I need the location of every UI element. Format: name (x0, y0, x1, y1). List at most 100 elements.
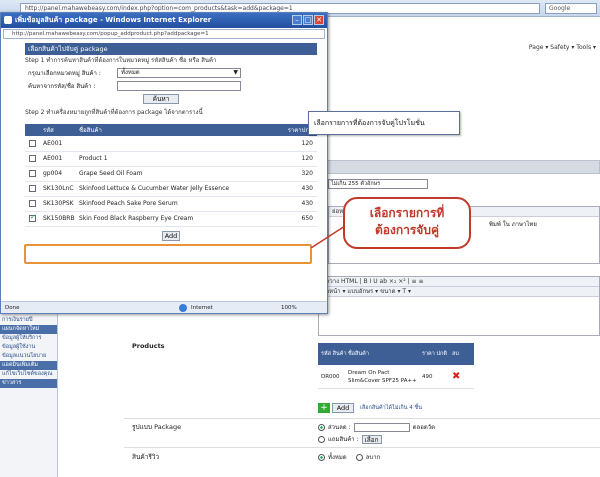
table-row[interactable]: SK130LnC Skinfood Lettuce & Cucumber Wate… (25, 181, 317, 197)
add-selected-button[interactable]: Add (162, 230, 180, 241)
status-done: Done (5, 305, 20, 311)
table-row[interactable]: AE001 Product 1 120 (25, 151, 317, 167)
sidebar-item[interactable]: แก้ไขเว็บไซต์ของคุณ (0, 370, 57, 379)
cell-name: Grape Seed Oil Foam (75, 166, 273, 182)
section-title: เลือกสินค้าไปจับคู่ package (25, 43, 317, 55)
search-button[interactable]: ค้นหา (143, 94, 179, 104)
sidebar-item[interactable]: ข่าวสาร (0, 379, 57, 388)
package-label: รูปแบบ Package (132, 423, 182, 431)
category-row: กรุณาเลือกหมวดหมู่ สินค้า : ทั้งหมด ▼ (25, 66, 317, 79)
row-price: 490 (422, 373, 433, 380)
cell-check[interactable] (25, 136, 39, 152)
th-check (25, 124, 39, 136)
radio-gift[interactable] (318, 435, 325, 443)
detail-editor[interactable]: จัดวาง HTML | B I U ab ×₂ ×² | ≡ ≡ ย่อหน… (318, 276, 600, 336)
radio-all[interactable] (318, 453, 325, 461)
category-label: กรุณาเลือกหมวดหมู่ สินค้า : (28, 69, 101, 77)
ie-icon (4, 16, 12, 24)
sidebar-item[interactable]: แอดมินเพิ่มเติม (0, 361, 57, 370)
sidebar-item[interactable]: การเงินรายปี (0, 316, 57, 325)
cell-price: 320 (273, 166, 317, 182)
cell-price: 120 (273, 136, 317, 152)
cell-code: SK130PSK (39, 196, 75, 212)
cell-check[interactable] (25, 211, 39, 227)
cell-price: 120 (273, 151, 317, 167)
row-checkbox[interactable] (29, 139, 36, 147)
row-checkbox[interactable] (29, 185, 36, 192)
sidebar-item[interactable]: ข้อมูลแนวนโยบาย (0, 352, 57, 361)
selected-row-highlight (24, 244, 312, 264)
chevron-down-icon: ▼ (233, 68, 238, 76)
products-th-code: รหัส สินค้า (321, 351, 347, 357)
popup-address-bar[interactable]: http://panel.mahawebeasy.com/popup_addpr… (3, 29, 325, 39)
category-value: ทั้งหมด (121, 68, 140, 76)
cell-check[interactable] (25, 151, 39, 167)
sidebar-item[interactable]: ข้อมูลผู้ให้บริการ (0, 334, 57, 343)
add-button[interactable]: Add (332, 403, 354, 413)
search-label: ค้นหาจากรหัส/ชื่อ สินค้า : (28, 82, 96, 90)
tooltip-callout: เลือกรายการที่ต้องการจับคู่โปรโมชั่น (308, 111, 460, 135)
maximize-button[interactable]: □ (303, 15, 313, 25)
step1-text: Step 1 ทำการค้นหาสินค้าที่ต้องการในหมวดห… (25, 57, 217, 64)
products-th-name: ชื่อสินค้า (348, 351, 369, 357)
cell-code: SK130LnC (39, 181, 75, 197)
callout-connector (311, 225, 345, 248)
row-checkbox[interactable] (29, 155, 36, 162)
table-row[interactable]: SK150BRBSkin Food Black Raspberry Eye Cr… (25, 211, 317, 227)
table-row[interactable]: gp004 Grape Seed Oil Foam 320 (25, 166, 317, 182)
cell-name: Skin Food Black Raspberry Eye Cream (75, 211, 273, 227)
row-name: Dream On Pact Slim&Cover SPF25 PA++ (348, 369, 417, 384)
editor2-toolbar[interactable]: จัดวาง HTML | B I U ab ×₂ ×² | ≡ ≡ (319, 277, 599, 287)
status-opt1: ทั้งหมด (328, 454, 347, 461)
cell-code: gp004 (39, 166, 75, 182)
sidebar-item[interactable]: แผนกจัดหาใหม่ (0, 325, 57, 334)
sidebar-item[interactable]: ข้อมูลผู้ใช้งาน (0, 343, 57, 352)
search-row: ค้นหาจากรหัส/ชื่อ สินค้า : (25, 79, 317, 92)
field-hint[interactable]: ไม่เกิน 255 ตัวอักษร (328, 179, 428, 189)
status-label: สินค้ารีวิว (132, 453, 160, 461)
table-row[interactable]: SK130PSK Skinfood Peach Sake Pore Serum 43… (25, 196, 317, 212)
globe-icon (179, 304, 187, 312)
cell-code: SK150BRB (39, 211, 75, 227)
discount-input[interactable] (353, 422, 410, 432)
table-row: DR000 Dream On Pact Slim&Cover SPF25 PA+… (318, 365, 474, 389)
products-table: รหัส สินค้า ชื่อสินค้า ราคา ปกติ ลบ DR00… (318, 343, 474, 389)
row-checkbox[interactable] (29, 213, 36, 222)
product-table: รหัส ชื่อสินค้า ราคาปกติ AE001 120 AE001 Pr… (25, 124, 317, 227)
popup-window: เพิ่มข้อมูลสินค้า package - Windows Inte… (0, 12, 328, 314)
table-row[interactable]: AE001 120 (25, 136, 317, 152)
add-note: เลือกสินค้าได้ไม่เกิน 4 ชิ้น (360, 405, 422, 411)
bubble-line2: ต้องการจับคู่ (375, 223, 439, 237)
cell-check[interactable] (25, 166, 39, 182)
search-input[interactable] (117, 80, 241, 91)
package-opt1-suffix: ตลอดวัต (412, 424, 435, 431)
cell-price: 430 (273, 181, 317, 197)
radio-none[interactable] (355, 453, 363, 461)
th-code: รหัส (39, 124, 75, 136)
cell-check[interactable] (25, 196, 39, 212)
close-button[interactable]: ✕ (314, 15, 324, 25)
cell-name: Product 1 (75, 151, 273, 167)
add-icon[interactable]: + (318, 403, 330, 413)
radio-discount[interactable] (318, 423, 325, 431)
cell-price: 430 (273, 196, 317, 212)
step2-text: Step 2 ทำเครื่องหมายถูกที่สินค้าที่ต้องก… (25, 109, 203, 116)
cell-name: Skinfood Peach Sake Pore Serum (75, 196, 273, 212)
editor2-toolbar-row2[interactable]: ย่อหน้า ▾ แบบอักษร ▾ ขนาด ▾ T ▾ (319, 287, 599, 297)
cell-check[interactable] (25, 181, 39, 197)
cell-code: AE001 (39, 136, 75, 152)
minimize-button[interactable]: – (292, 15, 302, 25)
products-label: Products (132, 342, 165, 350)
category-select[interactable]: ทั้งหมด ▼ (117, 67, 241, 78)
package-opt1: ส่วนลด : (328, 424, 351, 431)
popup-status-bar: Done Internet 100% (1, 301, 327, 313)
row-checkbox[interactable] (29, 200, 36, 207)
search-box[interactable]: Google (545, 3, 597, 14)
row-checkbox[interactable] (29, 170, 36, 177)
choose-button[interactable]: เลือก (361, 434, 382, 444)
status-zoom[interactable]: 100% (281, 302, 297, 314)
command-bar[interactable]: Page ▾ Safety ▾ Tools ▾ (320, 41, 600, 55)
th-name: ชื่อสินค้า (75, 124, 273, 136)
delete-icon[interactable]: ✖ (452, 371, 472, 382)
package-opt2: แถมสินค้า : (328, 436, 359, 443)
